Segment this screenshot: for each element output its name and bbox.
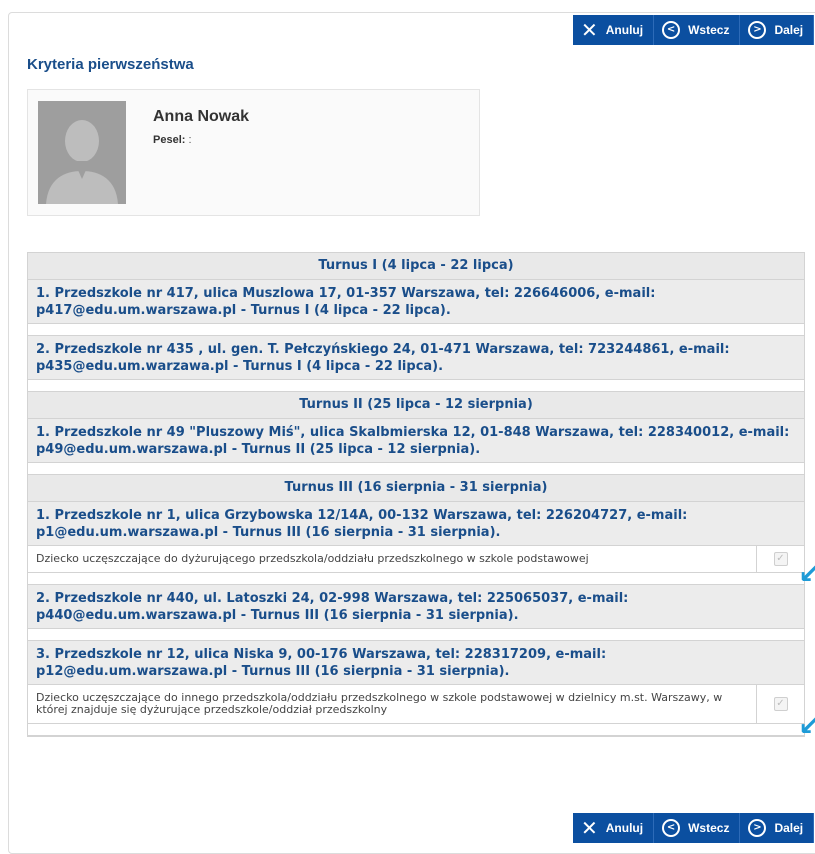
page-title: Kryteria pierwszeństwa — [27, 56, 194, 73]
back-label: Wstecz — [688, 23, 730, 37]
school-row: 1. Przedszkole nr 417, ulica Muszlowa 17… — [28, 280, 804, 324]
pesel-value: : — [188, 134, 192, 146]
user-silhouette-icon — [38, 101, 126, 204]
spacer-row — [28, 324, 804, 336]
circle-arrow-right-icon: > — [748, 819, 767, 837]
person-name: Anna Nowak — [153, 108, 250, 125]
circle-arrow-right-icon: > — [748, 21, 767, 39]
annotation-arrow-icon: ↙ — [798, 557, 815, 590]
toolbar-bottom: ✕ Anuluj < Wstecz > Dalej — [573, 813, 815, 843]
criterion-check-cell: ✓ — [757, 546, 804, 572]
turnus-header: Turnus III (16 sierpnia - 31 sierpnia) — [28, 475, 804, 502]
annotation-arrow-icon: ↙ — [798, 709, 815, 742]
turnus-header: Turnus I (4 lipca - 22 lipca) — [28, 253, 804, 280]
spacer-row — [28, 629, 804, 641]
school-row: 3. Przedszkole nr 12, ulica Niska 9, 00-… — [28, 641, 804, 685]
criterion-row: Dziecko uczęszczające do dyżurującego pr… — [28, 546, 804, 573]
cancel-button[interactable]: ✕ Anuluj — [573, 15, 655, 45]
cancel-button[interactable]: ✕ Anuluj — [573, 813, 655, 843]
criterion-text: Dziecko uczęszczające do innego przedszk… — [28, 685, 757, 723]
back-button[interactable]: < Wstecz — [654, 15, 741, 45]
cancel-label: Anuluj — [605, 821, 644, 835]
school-row: 1. Przedszkole nr 1, ulica Grzybowska 12… — [28, 502, 804, 546]
circle-arrow-left-icon: < — [662, 21, 681, 39]
next-button[interactable]: > Dalej — [740, 15, 815, 45]
pesel-row: Pesel: : — [153, 134, 192, 146]
criterion-row: Dziecko uczęszczające do innego przedszk… — [28, 685, 804, 724]
next-label: Dalej — [774, 23, 804, 37]
school-row: 2. Przedszkole nr 440, ul. Latoszki 24, … — [28, 585, 804, 629]
criterion-check-cell: ✓ — [757, 685, 804, 723]
next-label: Dalej — [774, 821, 804, 835]
close-x-icon: ✕ — [581, 816, 598, 840]
criterion-text: Dziecko uczęszczające do dyżurującego pr… — [28, 546, 757, 572]
school-row: 2. Przedszkole nr 435 , ul. gen. T. Pełc… — [28, 336, 804, 380]
next-button[interactable]: > Dalej — [740, 813, 815, 843]
back-button[interactable]: < Wstecz — [654, 813, 741, 843]
circle-arrow-left-icon: < — [662, 819, 681, 837]
spacer-row — [28, 724, 804, 736]
spacer-row — [28, 573, 804, 585]
spacer-row — [28, 463, 804, 475]
avatar — [38, 101, 126, 204]
toolbar-top: ✕ Anuluj < Wstecz > Dalej — [573, 15, 815, 45]
close-x-icon: ✕ — [581, 18, 598, 42]
profile-card: Anna Nowak Pesel: : — [27, 89, 480, 216]
school-row: 1. Przedszkole nr 49 "Pluszowy Miś", uli… — [28, 419, 804, 463]
cancel-label: Anuluj — [605, 23, 644, 37]
criteria-table: Turnus I (4 lipca - 22 lipca) 1. Przedsz… — [27, 252, 805, 737]
back-label: Wstecz — [688, 821, 730, 835]
turnus-header: Turnus II (25 lipca - 12 sierpnia) — [28, 392, 804, 419]
criterion-checkbox[interactable]: ✓ — [773, 697, 788, 711]
pesel-label: Pesel: — [153, 134, 186, 146]
criterion-checkbox[interactable]: ✓ — [773, 552, 788, 566]
spacer-row — [28, 380, 804, 392]
